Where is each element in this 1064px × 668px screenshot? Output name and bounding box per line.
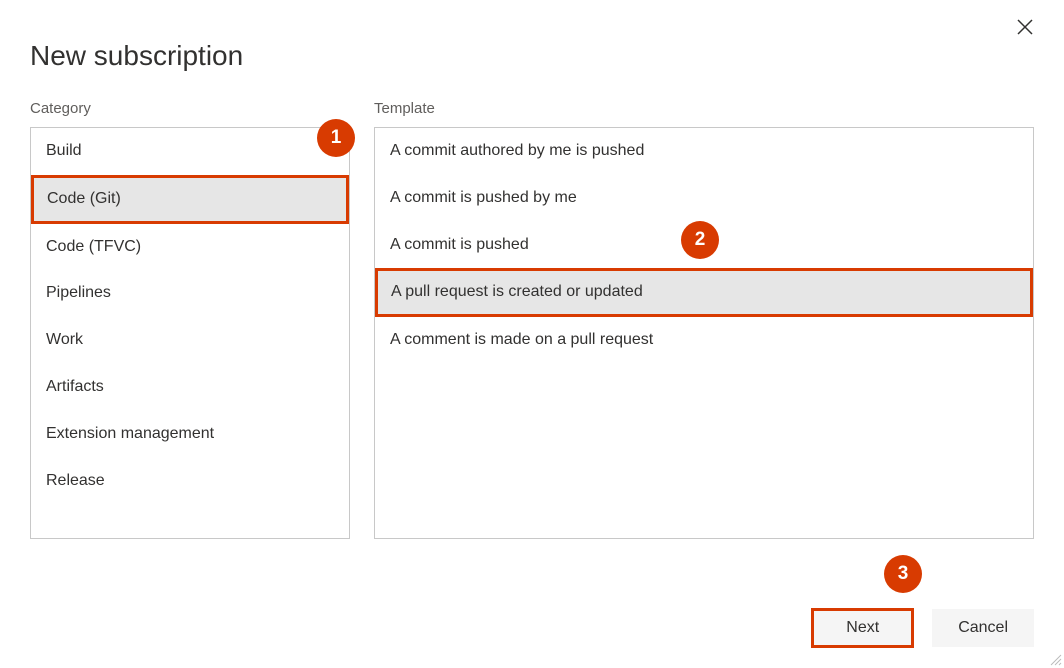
callout-2: 2 bbox=[681, 221, 719, 259]
callout-1: 1 bbox=[317, 119, 355, 157]
category-listbox[interactable]: Build Code (Git) Code (TFVC) Pipelines W… bbox=[30, 127, 350, 539]
template-item-comment-on-pr[interactable]: A comment is made on a pull request bbox=[375, 317, 1033, 364]
content-area: Category Build Code (Git) Code (TFVC) Pi… bbox=[0, 72, 1064, 539]
category-item-artifacts[interactable]: Artifacts bbox=[31, 364, 349, 411]
button-row: Next Cancel bbox=[811, 608, 1034, 648]
close-button[interactable] bbox=[1016, 18, 1036, 38]
category-column: Category Build Code (Git) Code (TFVC) Pi… bbox=[30, 100, 350, 539]
template-item-commit-authored-pushed[interactable]: A commit authored by me is pushed bbox=[375, 128, 1033, 175]
category-label: Category bbox=[30, 100, 350, 117]
dialog-title: New subscription bbox=[0, 0, 1064, 72]
callout-3: 3 bbox=[884, 555, 922, 593]
category-item-code-git[interactable]: Code (Git) bbox=[31, 175, 349, 224]
category-item-extension-management[interactable]: Extension management bbox=[31, 411, 349, 458]
category-item-build[interactable]: Build bbox=[31, 128, 349, 175]
category-item-release[interactable]: Release bbox=[31, 458, 349, 505]
resize-handle-icon bbox=[1048, 652, 1062, 666]
category-item-code-tfvc[interactable]: Code (TFVC) bbox=[31, 224, 349, 271]
cancel-button[interactable]: Cancel bbox=[932, 609, 1034, 647]
template-column: Template A commit authored by me is push… bbox=[374, 100, 1034, 539]
close-icon bbox=[1016, 18, 1034, 36]
category-item-pipelines[interactable]: Pipelines bbox=[31, 270, 349, 317]
category-item-work[interactable]: Work bbox=[31, 317, 349, 364]
template-label: Template bbox=[374, 100, 1034, 117]
next-button[interactable]: Next bbox=[811, 608, 914, 648]
template-item-commit-pushed-by-me[interactable]: A commit is pushed by me bbox=[375, 175, 1033, 222]
template-item-pr-created-or-updated[interactable]: A pull request is created or updated bbox=[375, 268, 1033, 317]
template-listbox[interactable]: A commit authored by me is pushed A comm… bbox=[374, 127, 1034, 539]
